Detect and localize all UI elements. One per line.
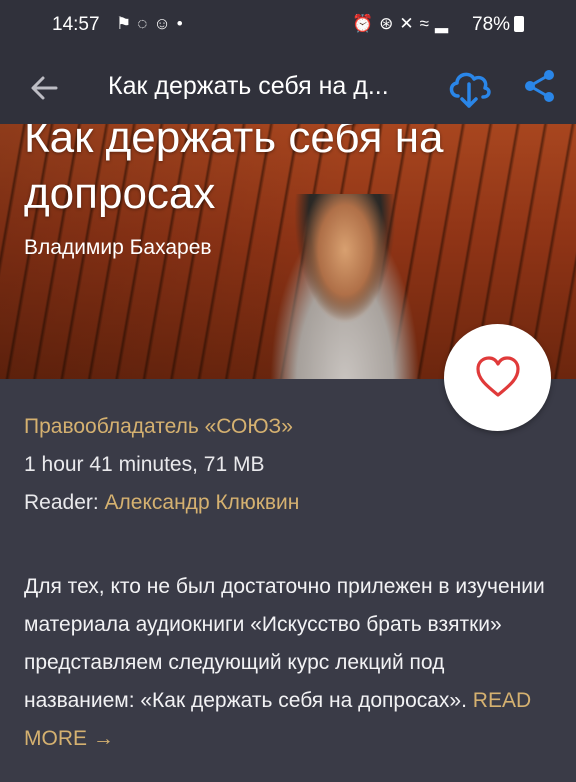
description-text: Для тех, кто не был достаточно прилежен … xyxy=(24,575,545,712)
alarm-icon: ⏰ xyxy=(352,14,380,33)
app-icon: ◌ xyxy=(137,14,154,33)
page-title: Как держать себя на д... xyxy=(108,72,389,100)
book-meta: Правообладатель «СОЮЗ» 1 hour 41 minutes… xyxy=(24,408,299,522)
wifi-icon: ≈ xyxy=(419,14,436,33)
reader-link[interactable]: Александр Клюквин xyxy=(105,491,300,514)
heart-icon xyxy=(476,356,520,397)
battery-status: 78% xyxy=(472,14,525,36)
book-description: Для тех, кто не был достаточно прилежен … xyxy=(24,568,554,758)
duration-size: 1 hour 41 minutes, 71 MB xyxy=(24,453,265,476)
app-bar: Как держать себя на д... xyxy=(0,52,576,124)
share-button[interactable] xyxy=(520,66,560,106)
battery-percent: 78% xyxy=(472,14,511,35)
share-icon xyxy=(525,70,554,102)
signal-icon: ▂ xyxy=(435,14,455,33)
arrow-left-icon xyxy=(31,76,58,100)
mute-icon: ✕ xyxy=(399,14,420,33)
reader-label: Reader: xyxy=(24,491,105,514)
favorite-button[interactable] xyxy=(444,324,551,431)
face-icon: ☺ xyxy=(153,14,177,33)
dot-icon: • xyxy=(176,14,189,33)
reader-row: Reader: Александр Клюквин xyxy=(24,484,299,522)
bluetooth-icon: ⊛ xyxy=(379,14,400,33)
status-bar: 14:57 ⚑◌☺• ⏰⊛✕≈▂ 78% xyxy=(0,0,576,52)
download-button[interactable] xyxy=(444,62,494,112)
notification-icon: ⚑ xyxy=(116,14,138,33)
status-right-icons: ⏰⊛✕≈▂ xyxy=(352,14,454,34)
status-left-icons: ⚑◌☺• xyxy=(116,14,189,34)
book-title: Как держать себя на допросах xyxy=(24,124,444,218)
back-button[interactable] xyxy=(26,70,62,106)
book-author[interactable]: Владимир Бахарев xyxy=(24,236,212,260)
cloud-download-icon xyxy=(449,72,491,108)
battery-icon xyxy=(514,16,525,32)
rightholder-link[interactable]: Правообладатель «СОЮЗ» xyxy=(24,408,299,446)
status-time: 14:57 xyxy=(52,14,100,35)
